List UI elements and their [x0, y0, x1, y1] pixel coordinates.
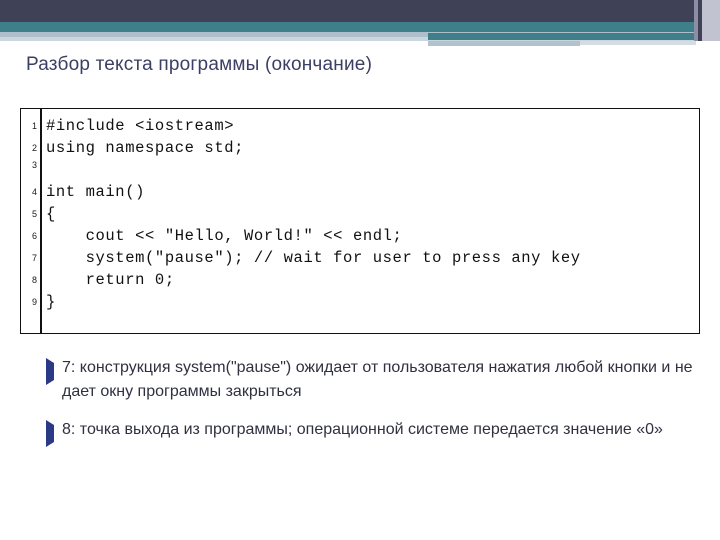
triangle-bullet-icon — [46, 418, 62, 447]
code-line-text: } — [46, 293, 56, 311]
code-line-number: 8 — [31, 275, 37, 285]
code-line: 3 — [21, 160, 699, 183]
code-line: 5 { — [21, 205, 699, 227]
code-line-text: using namespace std; — [46, 139, 245, 157]
code-line-number: 3 — [31, 160, 37, 170]
code-line-text: int main() — [46, 183, 146, 201]
code-line-text: cout << "Hello, World!" << endl; — [46, 227, 403, 245]
list-item: 8: точка выхода из программы; операционн… — [46, 418, 706, 447]
bullet-text: 7: конструкция system("pause") ожидает о… — [62, 359, 693, 400]
code-line-text: return 0; — [46, 271, 175, 289]
code-line-number: 9 — [31, 297, 37, 307]
code-line-number: 6 — [31, 231, 37, 241]
code-gutter-divider — [40, 109, 42, 333]
slide-banner — [0, 0, 720, 52]
bullet-text: 8: точка выхода из программы; операционн… — [62, 421, 663, 438]
code-line: 9 } — [21, 293, 699, 315]
list-item: 7: конструкция system("pause") ожидает о… — [46, 356, 706, 404]
code-line-number: 2 — [31, 143, 37, 153]
triangle-bullet-icon — [46, 356, 62, 385]
page-title: Разбор текста программы (окончание) — [26, 54, 373, 75]
accent-rule-gray-light — [580, 41, 696, 45]
code-line-number: 7 — [31, 253, 37, 263]
code-line: 6 cout << "Hello, World!" << endl; — [21, 227, 699, 249]
code-block: 1 #include <iostream> 2 using namespace … — [20, 108, 700, 334]
code-line-text: system("pause"); // wait for user to pre… — [46, 249, 581, 267]
banner-band-teal — [0, 22, 720, 32]
code-line-text: #include <iostream> — [46, 117, 235, 135]
code-block-inner: 1 #include <iostream> 2 using namespace … — [21, 109, 699, 333]
code-line-number: 4 — [31, 187, 37, 197]
code-line-number: 1 — [31, 121, 37, 131]
accent-rule-gray — [428, 41, 580, 46]
code-line: 4 int main() — [21, 183, 699, 205]
code-line-text: { — [46, 205, 56, 223]
banner-vertical-stripe-lavender — [702, 0, 720, 41]
code-line: 8 return 0; — [21, 271, 699, 293]
bullet-list: 7: конструкция system("pause") ожидает о… — [46, 356, 706, 457]
code-line: 2 using namespace std; — [21, 139, 699, 161]
accent-rule-teal — [428, 33, 696, 40]
code-line-number: 5 — [31, 209, 37, 219]
banner-band-dark — [0, 0, 720, 22]
code-line: 1 #include <iostream> — [21, 117, 699, 139]
code-line: 7 system("pause"); // wait for user to p… — [21, 249, 699, 271]
